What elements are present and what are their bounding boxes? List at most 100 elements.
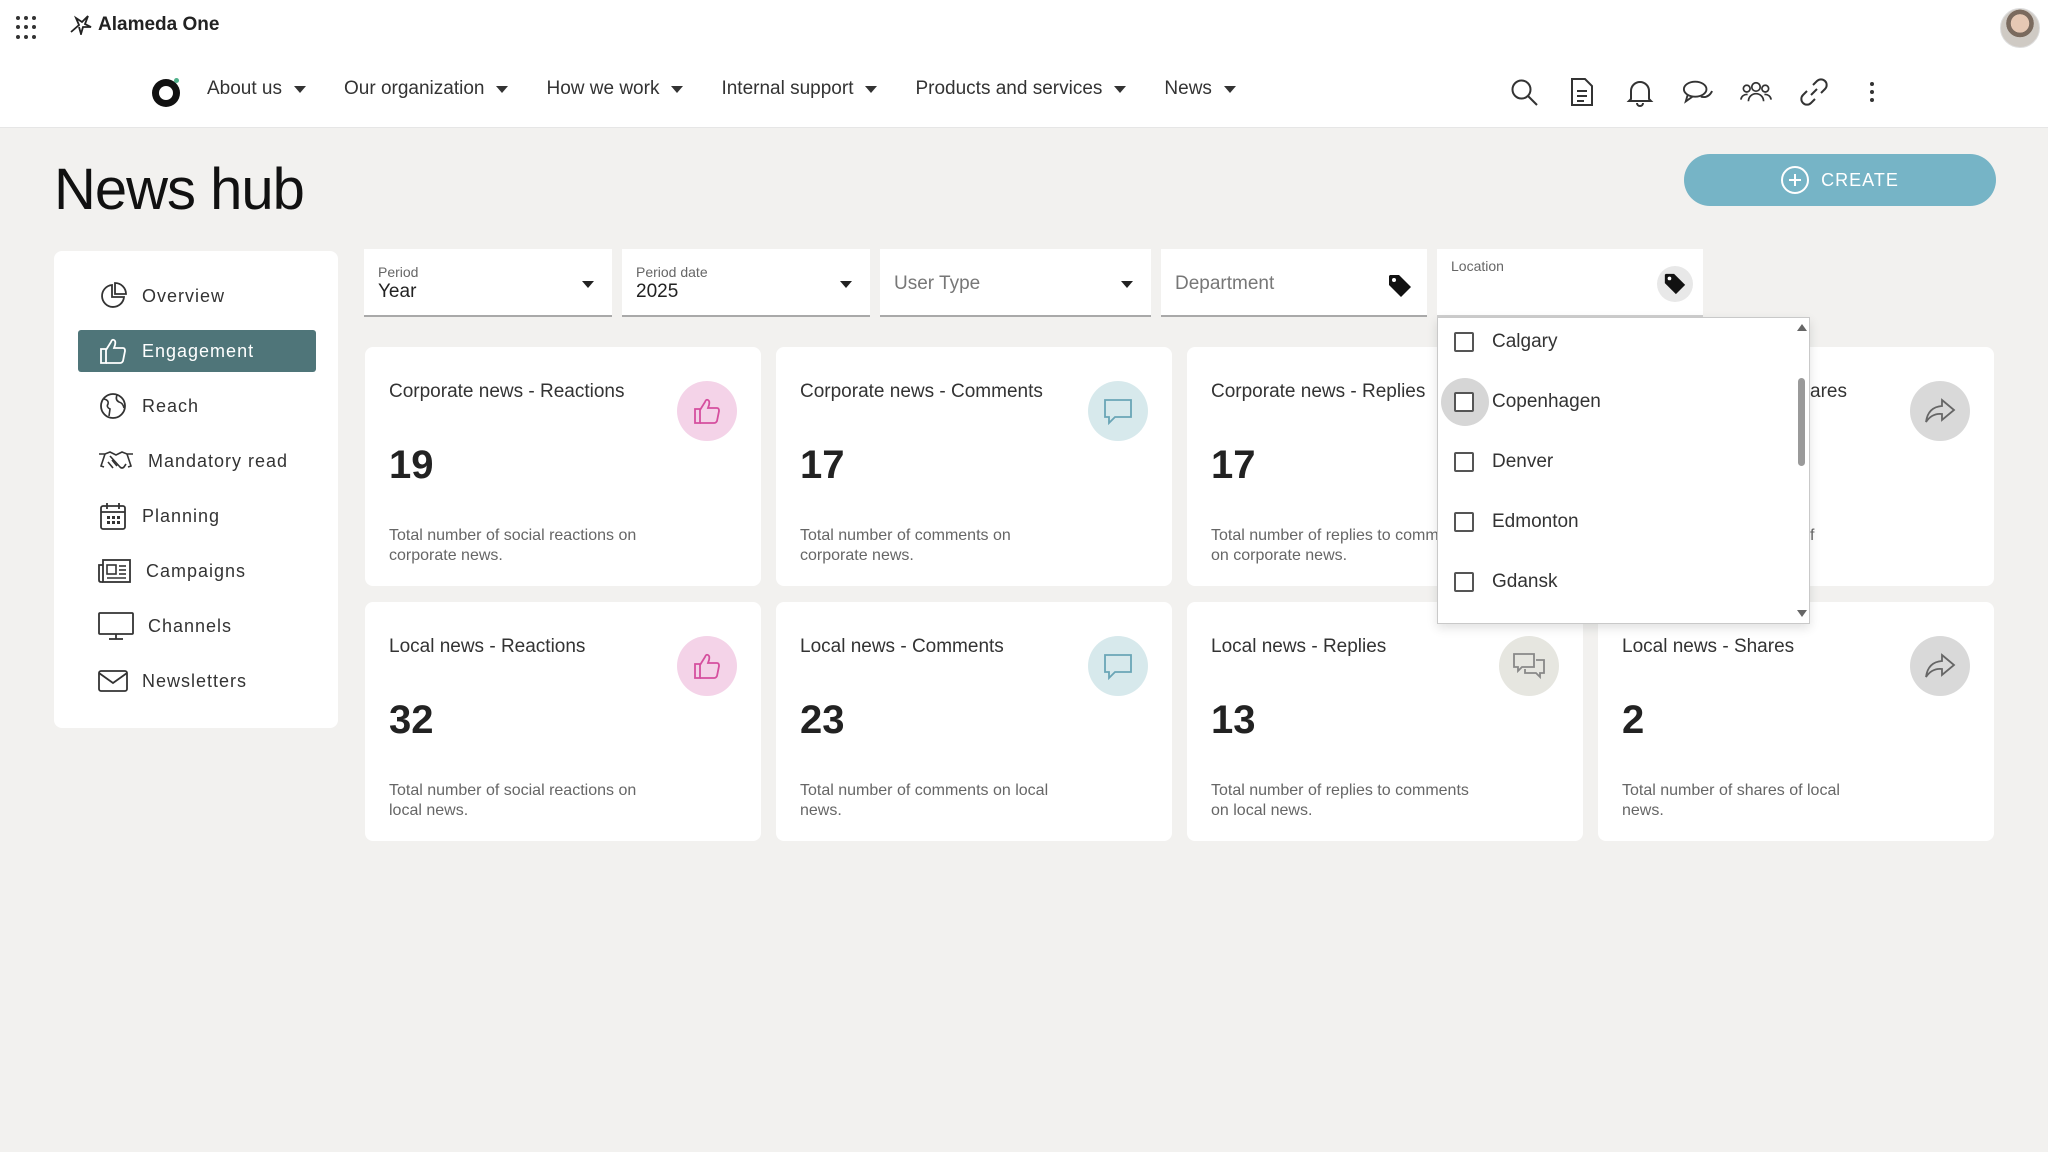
user-type-select[interactable]: User Type [880, 249, 1151, 317]
home-logo-icon[interactable] [152, 78, 180, 107]
option-label: Copenhagen [1492, 391, 1601, 412]
period-label: Period [378, 264, 419, 280]
card-local-comments: Local news - Comments 23 Total number of… [776, 602, 1172, 841]
location-option-denver[interactable]: Denver [1438, 439, 1788, 485]
sidebar-item-overview[interactable]: Overview [78, 275, 316, 317]
caret-down-icon [294, 85, 306, 93]
nav-item-label: Our organization [344, 78, 485, 99]
location-label: Location [1451, 258, 1504, 274]
sidebar-item-label: Overview [142, 285, 226, 306]
location-option-gdansk[interactable]: Gdansk [1438, 559, 1788, 605]
replies-icon [1499, 636, 1559, 696]
tag-icon [1387, 273, 1413, 304]
nav-item-products-and-services[interactable]: Products and services [915, 78, 1127, 100]
sidebar-item-mandatory-read[interactable]: Mandatory read [78, 440, 316, 482]
card-title: Corporate news - Comments [800, 381, 1043, 402]
location-option-calgary[interactable]: Calgary [1438, 319, 1788, 365]
caret-down-icon [671, 85, 684, 93]
dropdown-scrollbar[interactable] [1793, 318, 1809, 623]
thumbs-up-icon [677, 636, 737, 696]
sidebar-item-engagement[interactable]: Engagement [78, 330, 316, 372]
monitor-icon [98, 612, 134, 640]
location-option-edmonton[interactable]: Edmonton [1438, 499, 1788, 545]
bell-icon[interactable] [1624, 76, 1656, 108]
sidebar-item-label: Channels [148, 615, 233, 636]
document-icon[interactable] [1566, 76, 1598, 108]
nav-item-label: News [1164, 78, 1212, 99]
location-option-copenhagen[interactable]: Copenhagen [1438, 378, 1788, 426]
option-label: Gdansk [1492, 571, 1558, 592]
checkbox[interactable] [1454, 572, 1474, 592]
handshake-icon [99, 451, 133, 469]
card-value: 23 [800, 698, 845, 742]
nav-item-about-us[interactable]: About us [207, 78, 306, 100]
sidebar-item-campaigns[interactable]: Campaigns [78, 550, 316, 592]
envelope-icon [98, 670, 128, 692]
checkbox[interactable] [1454, 332, 1474, 352]
period-date-select[interactable]: Period date 2025 [622, 249, 870, 317]
nav-item-label: Internal support [721, 78, 854, 99]
card-title: Local news - Shares [1622, 636, 1795, 657]
option-label: Calgary [1492, 331, 1558, 352]
share-icon [1910, 381, 1970, 441]
card-value: 17 [1211, 443, 1256, 487]
user-type-placeholder: User Type [894, 273, 981, 294]
card-description: Total number of social reactions on loca… [389, 782, 637, 819]
people-icon[interactable] [1740, 76, 1772, 108]
sidebar-item-label: Newsletters [142, 670, 248, 691]
option-label: Denver [1492, 451, 1554, 472]
caret-down-icon [582, 281, 594, 288]
nav-item-our-organization[interactable]: Our organization [344, 78, 509, 100]
checkbox[interactable] [1454, 512, 1474, 532]
more-vertical-icon[interactable] [1856, 76, 1888, 108]
app-launcher-icon[interactable] [16, 16, 40, 40]
comment-icon [1088, 381, 1148, 441]
card-title: Local news - Comments [800, 636, 1004, 657]
card-description: Total number of social reactions on corp… [389, 527, 637, 564]
location-select[interactable]: Location [1437, 249, 1703, 317]
period-date-label: Period date [636, 264, 708, 280]
card-corporate-reactions: Corporate news - Reactions 19 Total numb… [365, 347, 761, 586]
checkbox[interactable] [1454, 452, 1474, 472]
sidebar-item-planning[interactable]: Planning [78, 495, 316, 537]
nav-item-news[interactable]: News [1164, 78, 1236, 100]
nav-item-internal-support[interactable]: Internal support [721, 78, 878, 100]
sidebar-item-label: Mandatory read [148, 450, 289, 471]
option-label: Edmonton [1492, 511, 1579, 532]
card-value: 19 [389, 443, 434, 487]
card-value: 17 [800, 443, 845, 487]
nav-item-how-we-work[interactable]: How we work [546, 78, 684, 100]
sidebar-item-label: Campaigns [146, 560, 247, 581]
caret-down-icon [1121, 281, 1133, 288]
card-local-reactions: Local news - Reactions 32 Total number o… [365, 602, 761, 841]
newspaper-icon [98, 559, 131, 583]
sidebar-item-newsletters[interactable]: Newsletters [78, 660, 316, 702]
scrollbar-thumb[interactable] [1798, 378, 1805, 466]
sidebar-item-reach[interactable]: Reach [78, 385, 316, 427]
brand[interactable]: Alameda One [70, 14, 219, 36]
card-title: Local news - Replies [1211, 636, 1387, 657]
brand-logo-icon [70, 15, 92, 35]
department-placeholder: Department [1175, 273, 1275, 294]
avatar[interactable] [2000, 8, 2040, 48]
card-title: ares [1810, 381, 1847, 402]
link-icon[interactable] [1798, 76, 1830, 108]
scroll-up-icon[interactable] [1797, 324, 1807, 331]
search-icon[interactable] [1508, 76, 1540, 108]
period-date-value: 2025 [636, 281, 679, 302]
chat-icon[interactable] [1682, 76, 1714, 108]
nav-item-label: About us [207, 78, 282, 99]
card-description: Total number of replies to comments on l… [1211, 782, 1469, 819]
department-select[interactable]: Department [1161, 249, 1427, 317]
scroll-down-icon[interactable] [1797, 610, 1807, 617]
calendar-icon [100, 503, 126, 530]
create-button[interactable]: CREATE [1684, 154, 1996, 206]
comment-icon [1088, 636, 1148, 696]
sidebar-item-channels[interactable]: Channels [78, 605, 316, 647]
card-value: 13 [1211, 698, 1256, 742]
top-bar: Alameda One About us Our organization Ho… [0, 0, 2048, 128]
card-local-shares: Local news - Shares 2 Total number of sh… [1598, 602, 1994, 841]
checkbox[interactable] [1454, 392, 1474, 412]
period-select[interactable]: Period Year [364, 249, 612, 317]
caret-down-icon [865, 85, 878, 93]
